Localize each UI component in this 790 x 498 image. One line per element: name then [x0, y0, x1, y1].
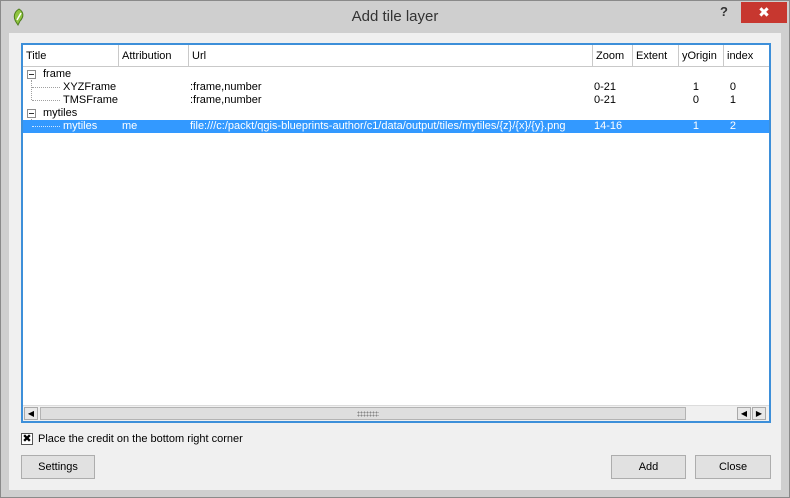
- credit-position-option[interactable]: ✖ Place the credit on the bottom right c…: [21, 431, 421, 447]
- row-zoom: 0-21: [594, 81, 617, 93]
- row-title: mytiles: [43, 107, 78, 119]
- settings-button[interactable]: Settings: [21, 455, 95, 479]
- row-title: XYZFrame: [63, 81, 117, 93]
- dialog-content: Title Attribution Url Zoom Extent yOrigi…: [9, 33, 781, 490]
- scroll-left-icon[interactable]: ◀: [24, 407, 38, 420]
- row-url: :frame,number: [190, 94, 262, 106]
- column-header-extent[interactable]: Extent: [633, 45, 679, 67]
- window-close-button[interactable]: ✖: [741, 2, 787, 23]
- close-button[interactable]: Close: [695, 455, 771, 479]
- row-index: 0: [729, 81, 736, 93]
- row-index: 2: [729, 120, 736, 132]
- scroll-right-icon[interactable]: ▶: [752, 407, 766, 420]
- row-title: frame: [43, 68, 72, 80]
- tile-layer-table[interactable]: Title Attribution Url Zoom Extent yOrigi…: [21, 43, 771, 423]
- tree-connector: [32, 87, 60, 88]
- table-row-selected[interactable]: mytiles me file:///c:/packt/qgis-bluepri…: [23, 120, 769, 133]
- row-extent: [635, 81, 677, 94]
- row-attribution: [122, 81, 188, 94]
- horizontal-scrollbar[interactable]: ◀ ◀ ▶: [23, 405, 769, 421]
- row-attribution: me: [122, 120, 138, 132]
- grip-icon: [357, 411, 379, 417]
- collapse-icon[interactable]: [27, 109, 36, 118]
- row-yorigin: 0: [692, 94, 699, 106]
- scroll-left-icon[interactable]: ◀: [737, 407, 751, 420]
- column-header-url[interactable]: Url: [189, 45, 593, 67]
- row-extent: [635, 120, 677, 133]
- row-url: file:///c:/packt/qgis-blueprints-author/…: [190, 120, 566, 132]
- row-index: 1: [729, 94, 736, 106]
- row-title: TMSFrame: [63, 94, 118, 106]
- tree-connector: [32, 126, 60, 127]
- help-button[interactable]: ?: [713, 4, 735, 24]
- table-row[interactable]: XYZFrame :frame,number 0-21 1 0: [23, 81, 769, 94]
- window-title: Add tile layer: [351, 8, 439, 25]
- table-row[interactable]: frame: [23, 68, 769, 81]
- row-zoom: 0-21: [594, 94, 617, 106]
- credit-checkbox-label: Place the credit on the bottom right cor…: [38, 433, 243, 445]
- add-tile-layer-dialog: Add tile layer ? ✖ Title Attribution Url…: [0, 0, 790, 498]
- scrollbar-thumb[interactable]: [40, 407, 686, 420]
- row-yorigin: 1: [692, 120, 699, 132]
- table-row[interactable]: TMSFrame :frame,number 0-21 0 1: [23, 94, 769, 107]
- table-row[interactable]: mytiles: [23, 107, 769, 120]
- column-header-attribution[interactable]: Attribution: [119, 45, 189, 67]
- add-button[interactable]: Add: [611, 455, 686, 479]
- row-attribution: [122, 94, 188, 107]
- row-url: :frame,number: [190, 81, 262, 93]
- row-yorigin: 1: [692, 81, 699, 93]
- credit-checkbox[interactable]: ✖: [21, 433, 33, 445]
- collapse-icon[interactable]: [27, 70, 36, 79]
- column-header-title[interactable]: Title: [23, 45, 119, 67]
- tree-connector: [32, 100, 60, 101]
- column-header-zoom[interactable]: Zoom: [593, 45, 633, 67]
- row-title: mytiles: [63, 120, 98, 132]
- row-zoom: 14-16: [594, 120, 623, 132]
- column-header-yorigin[interactable]: yOrigin: [679, 45, 724, 67]
- table-header: Title Attribution Url Zoom Extent yOrigi…: [23, 45, 769, 67]
- row-extent: [635, 94, 677, 107]
- title-bar: Add tile layer ? ✖: [1, 1, 789, 33]
- column-header-index[interactable]: index: [724, 45, 769, 67]
